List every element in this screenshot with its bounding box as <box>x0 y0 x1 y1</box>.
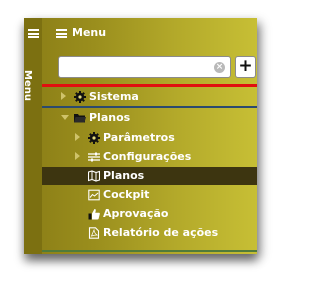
tree-item-label: Planos <box>103 169 145 182</box>
tree-item-planos-leaf[interactable]: Planos <box>42 167 257 185</box>
tree-item-label: Configurações <box>103 150 192 163</box>
divider-green <box>42 250 257 252</box>
menu-title: Menu <box>72 26 107 39</box>
tree-item-label: Aprovação <box>103 207 169 220</box>
hamburger-icon[interactable] <box>56 29 67 38</box>
tree-item-label: Sistema <box>89 90 139 103</box>
divider-red <box>42 84 257 87</box>
tree-item-relatorio[interactable]: Relatório de ações <box>42 224 257 242</box>
hamburger-icon[interactable] <box>28 29 39 38</box>
folder-open-icon <box>74 114 86 123</box>
document-icon <box>88 227 100 239</box>
map-icon <box>88 170 100 182</box>
tree-item-label: Relatório de ações <box>103 226 219 239</box>
chevron-right-icon[interactable] <box>75 133 80 141</box>
chevron-right-icon[interactable] <box>75 152 80 160</box>
monitor-icon <box>88 189 100 201</box>
tree-item-aprovacao[interactable]: Aprovação <box>42 205 257 223</box>
tree-item-label: Planos <box>89 111 131 124</box>
tree-item-label: Cockpit <box>103 188 150 201</box>
tree-item-sistema[interactable]: Sistema <box>42 88 257 106</box>
gear-icon <box>88 132 100 144</box>
search-row: × + <box>58 56 257 78</box>
chevron-right-icon[interactable] <box>61 92 66 100</box>
thumbs-up-icon <box>88 209 100 220</box>
menu-side-strip[interactable]: Menu <box>24 18 42 254</box>
clear-icon[interactable]: × <box>214 62 225 73</box>
chevron-down-icon[interactable] <box>61 115 69 120</box>
sliders-icon <box>88 152 100 162</box>
menu-panel: Menu Menu × + Sistema Planos Parâmetros … <box>24 18 257 254</box>
search-input[interactable]: × <box>58 56 231 78</box>
divider-blue <box>42 106 257 108</box>
tree-item-parametros[interactable]: Parâmetros <box>42 129 257 147</box>
side-strip-label[interactable]: Menu <box>24 70 33 101</box>
tree-item-planos[interactable]: Planos <box>42 109 257 127</box>
tree-item-label: Parâmetros <box>103 131 175 144</box>
tree-item-cockpit[interactable]: Cockpit <box>42 186 257 204</box>
add-button[interactable]: + <box>235 56 256 78</box>
menu-header: Menu <box>42 18 257 54</box>
gear-icon <box>74 91 86 103</box>
tree-item-configuracoes[interactable]: Configurações <box>42 148 257 166</box>
